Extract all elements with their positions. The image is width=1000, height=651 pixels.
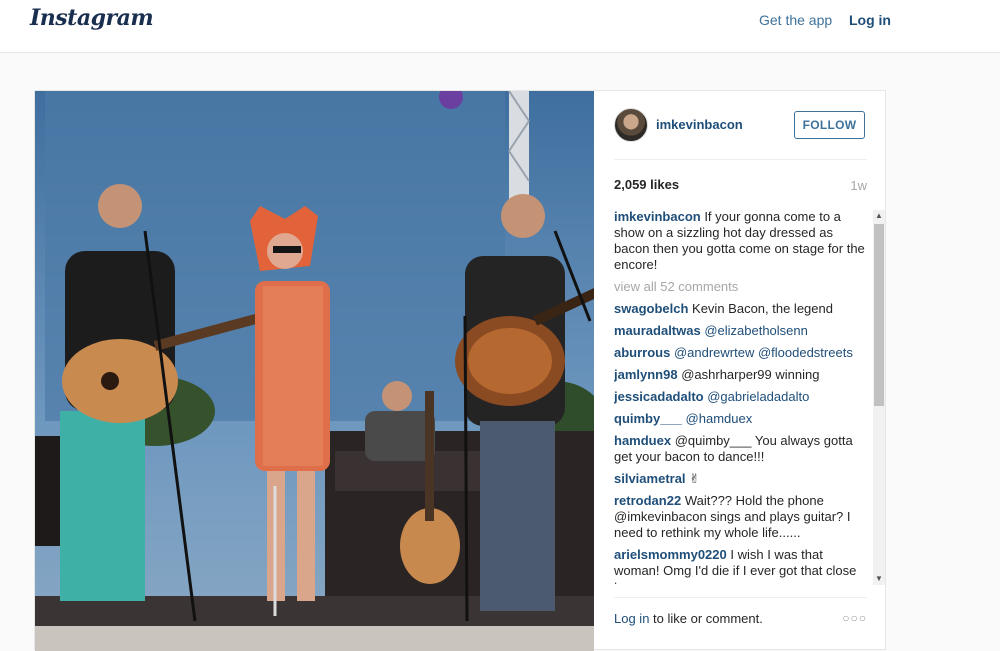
post-photo[interactable]	[35, 91, 594, 651]
footer-divider	[614, 597, 867, 598]
comment-author[interactable]: silviametral	[614, 471, 686, 486]
comment-author[interactable]: imkevinbacon	[614, 209, 701, 224]
post-card: imkevinbacon FOLLOW 2,059 likes 1w imkev…	[34, 90, 887, 651]
comment-text[interactable]: @andrewrtew @floodedstreets	[670, 345, 853, 360]
comment-text[interactable]: @gabrieladadalto	[704, 389, 809, 404]
list-item: hamduex @quimby___ You always gotta get …	[614, 433, 866, 465]
ellipsis-icon[interactable]: ○○○	[842, 611, 867, 625]
follow-button[interactable]: FOLLOW	[794, 111, 865, 139]
list-item: swagobelch Kevin Bacon, the legend	[614, 301, 866, 317]
avatar[interactable]	[614, 108, 648, 142]
caption: imkevinbacon If your gonna come to a sho…	[614, 209, 866, 273]
comment-author[interactable]: swagobelch	[614, 301, 688, 316]
comment-author[interactable]: retrodan22	[614, 493, 681, 508]
list-item: quimby___ @hamduex	[614, 411, 866, 427]
likes-count[interactable]: 2,059 likes	[614, 177, 679, 192]
comments-scrollbar[interactable]: ▲ ▼	[873, 210, 885, 585]
comment-author[interactable]: jessicadadalto	[614, 389, 704, 404]
comment-author[interactable]: hamduex	[614, 433, 671, 448]
list-item: arielsmommy0220 I wish I was that woman!…	[614, 547, 866, 584]
comment-author[interactable]: jamlynn98	[614, 367, 678, 382]
comment-author[interactable]: mauradaltwas	[614, 323, 701, 338]
instagram-logo[interactable]: Instagram	[30, 5, 154, 31]
header-divider	[614, 159, 867, 160]
list-item: jamlynn98 @ashrharper99 winning	[614, 367, 866, 383]
list-item: retrodan22 Wait??? Hold the phone @imkev…	[614, 493, 866, 541]
list-item: silviametral ✌	[614, 471, 866, 487]
comment-author[interactable]: aburrous	[614, 345, 670, 360]
comment-text: ✌	[685, 471, 701, 486]
post-timestamp[interactable]: 1w	[850, 178, 867, 193]
list-item: aburrous @andrewrtew @floodedstreets	[614, 345, 866, 361]
post-username[interactable]: imkevinbacon	[656, 117, 743, 132]
view-all-comments-link[interactable]: view all 52 comments	[614, 279, 866, 295]
footer-text: to like or comment.	[649, 611, 763, 626]
post-header: imkevinbacon FOLLOW	[614, 106, 867, 146]
get-the-app-link[interactable]: Get the app	[759, 12, 832, 28]
scroll-up-arrow-icon[interactable]: ▲	[873, 210, 885, 222]
comments-list[interactable]: imkevinbacon If your gonna come to a sho…	[614, 209, 866, 584]
post-footer: Log in to like or comment.	[614, 611, 763, 626]
post-sidebar: imkevinbacon FOLLOW 2,059 likes 1w imkev…	[594, 91, 887, 651]
scroll-thumb[interactable]	[874, 224, 884, 406]
comment-text[interactable]: @hamduex	[682, 411, 753, 426]
list-item: jessicadadalto @gabrieladadalto	[614, 389, 866, 405]
top-nav: Instagram Get the app Log in	[0, 0, 1000, 53]
concert-photo	[35, 91, 594, 651]
footer-login-link[interactable]: Log in	[614, 611, 649, 626]
comment-text: @ashrharper99 winning	[677, 367, 820, 382]
comment-text: Kevin Bacon, the legend	[688, 301, 833, 316]
comment-author[interactable]: quimby___	[614, 411, 682, 426]
list-item: mauradaltwas @elizabetholsenn	[614, 323, 866, 339]
comment-author[interactable]: arielsmommy0220	[614, 547, 727, 562]
login-link[interactable]: Log in	[849, 12, 891, 28]
comment-text[interactable]: @elizabetholsenn	[701, 323, 808, 338]
scroll-down-arrow-icon[interactable]: ▼	[873, 573, 885, 585]
